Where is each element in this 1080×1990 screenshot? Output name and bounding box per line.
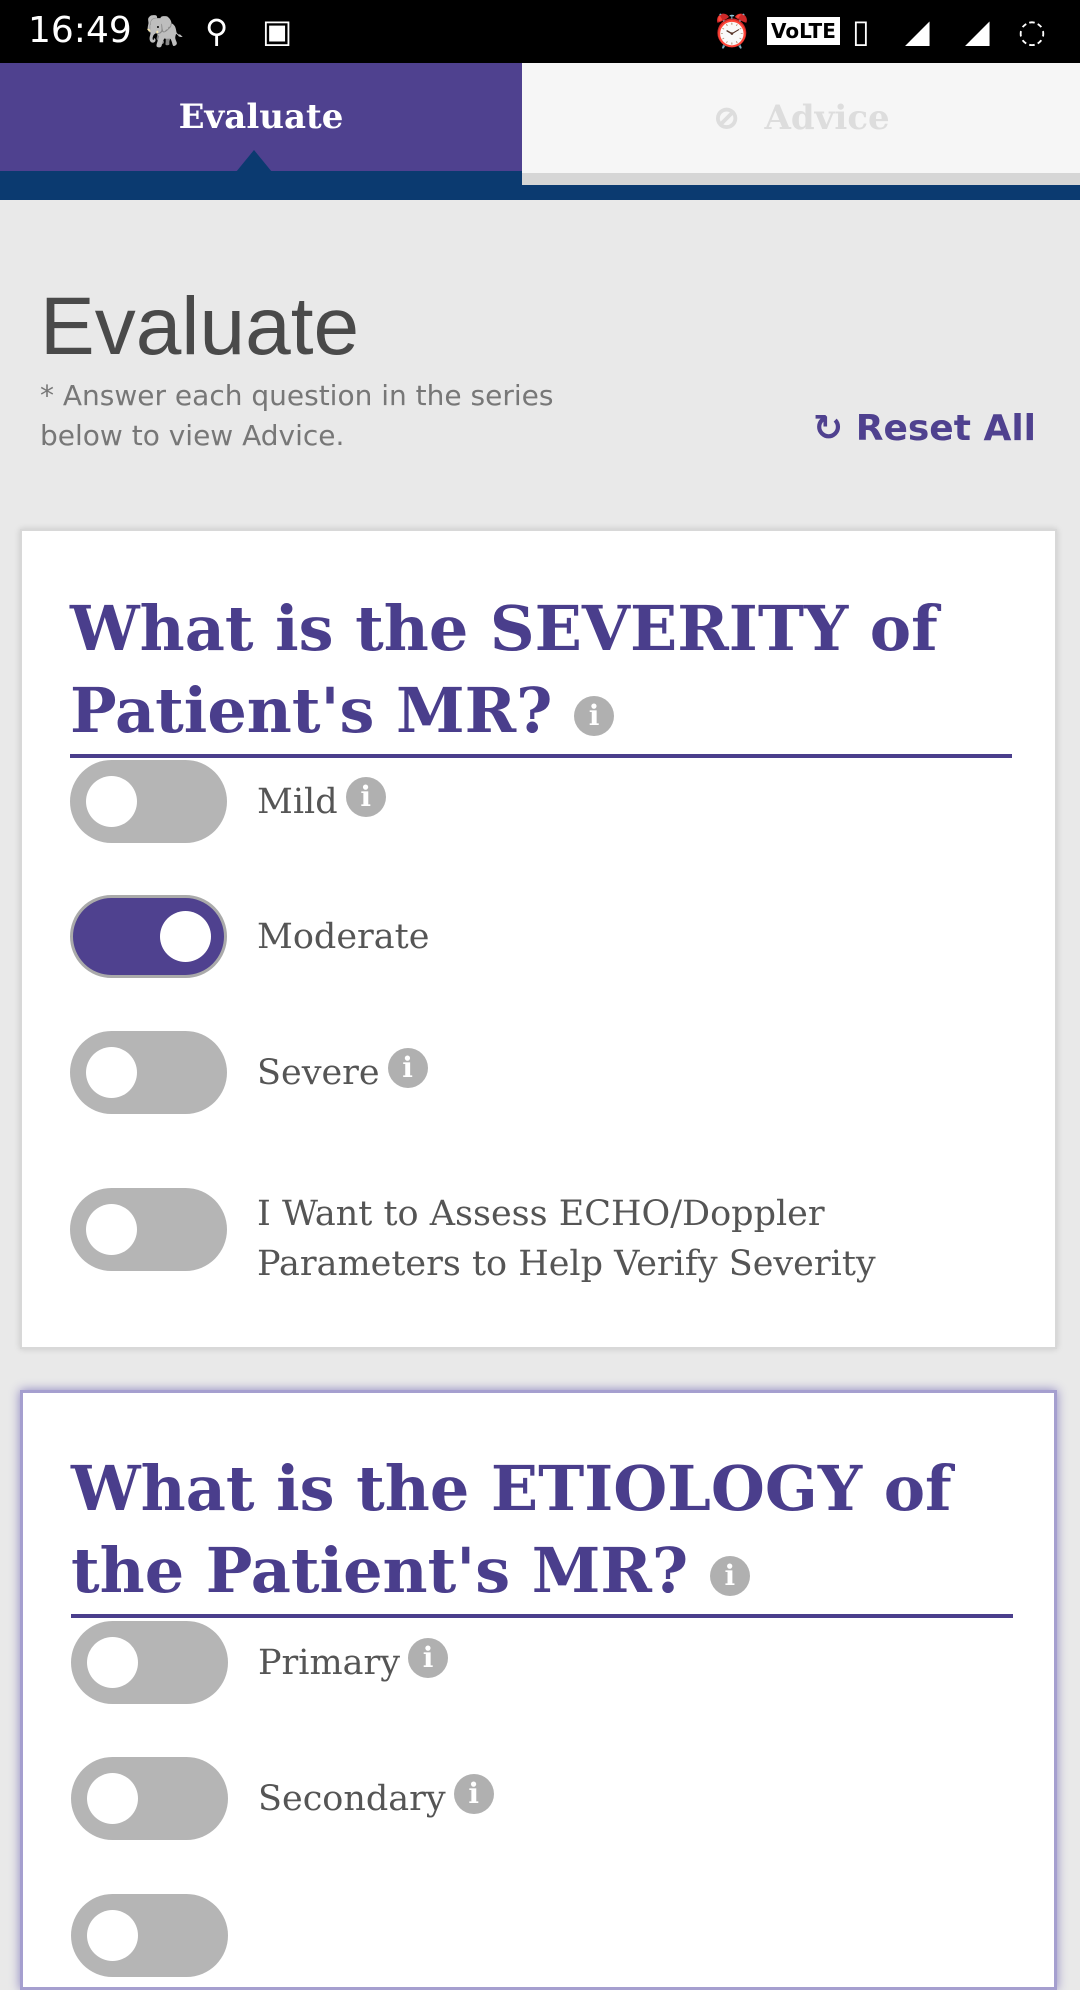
tab-bar: Evaluate ⊘ Advice [0, 63, 1080, 200]
reset-all-button[interactable]: ↻ Reset All [813, 408, 1036, 449]
info-icon[interactable]: i [453, 1773, 494, 1814]
option-third[interactable] [71, 1894, 228, 1977]
toggle-mild[interactable] [70, 760, 227, 843]
location-icon: ⚲ [205, 12, 229, 50]
clock: 16:49 [28, 10, 132, 51]
info-icon[interactable]: i [345, 776, 386, 817]
toggle-third[interactable] [71, 1894, 228, 1977]
question-title: What is the SEVERITY of Patient's MR? i [70, 588, 1012, 758]
page-title: Evaluate [40, 281, 360, 372]
question-text: What is the SEVERITY of Patient's MR? [70, 592, 938, 747]
option-secondary[interactable]: Secondary i [71, 1757, 494, 1840]
question-title: What is the ETIOLOGY of the Patient's MR… [71, 1448, 1013, 1618]
severity-card: What is the SEVERITY of Patient's MR? i … [20, 529, 1057, 1349]
option-label: Mild [257, 781, 338, 822]
vibrate-icon: ▯ [852, 12, 870, 50]
option-label: Severe [257, 1052, 380, 1093]
tab-label: Evaluate [178, 97, 344, 137]
tab-label: Advice [764, 98, 890, 138]
info-icon[interactable]: i [574, 696, 615, 736]
toggle-echo-doppler[interactable] [70, 1187, 227, 1271]
volte-icon: VoLTE [767, 17, 840, 45]
toggle-severe[interactable] [70, 1031, 227, 1114]
option-label: Secondary [258, 1778, 446, 1819]
page-subtitle: * Answer each question in the series bel… [40, 379, 554, 452]
info-icon[interactable]: i [387, 1047, 428, 1088]
battery-icon: ◌ [1018, 12, 1046, 50]
option-severe[interactable]: Severe i [70, 1031, 428, 1114]
image-icon: ▣ [262, 12, 293, 50]
toggle-secondary[interactable] [71, 1757, 228, 1840]
evernote-icon: 🐘 [145, 12, 185, 50]
option-echo-doppler[interactable]: I Want to Assess ECHO/Doppler Parameters… [70, 1169, 897, 1289]
4g-signal-icon: ◢ [905, 12, 930, 50]
info-icon[interactable]: i [709, 1556, 750, 1596]
option-primary[interactable]: Primary i [71, 1621, 449, 1704]
toggle-moderate[interactable] [70, 895, 227, 978]
option-moderate[interactable]: Moderate [70, 895, 429, 978]
alarm-icon: ⏰ [712, 12, 752, 50]
option-label: Moderate [257, 916, 430, 957]
active-caret [236, 150, 272, 172]
tab-evaluate[interactable]: Evaluate [0, 63, 522, 172]
tab-advice[interactable]: ⊘ Advice [522, 63, 1080, 185]
etiology-card: What is the ETIOLOGY of the Patient's MR… [20, 1390, 1057, 1990]
disabled-icon: ⊘ [712, 98, 741, 138]
question-text: What is the ETIOLOGY of the Patient's MR… [71, 1452, 952, 1607]
reset-label: Reset All [855, 408, 1036, 449]
option-label: I Want to Assess ECHO/Doppler Parameters… [257, 1194, 876, 1284]
status-bar: 16:49 🐘 ⚲ ▣ ⏰ VoLTE ▯ ◢ ◢ ◌ [0, 0, 1080, 63]
roaming-signal-icon: ◢ [965, 12, 990, 50]
reset-icon: ↻ [813, 408, 844, 449]
toggle-primary[interactable] [71, 1621, 228, 1704]
info-icon[interactable]: i [408, 1637, 449, 1678]
option-label: Primary [258, 1642, 401, 1683]
option-mild[interactable]: Mild i [70, 760, 386, 843]
